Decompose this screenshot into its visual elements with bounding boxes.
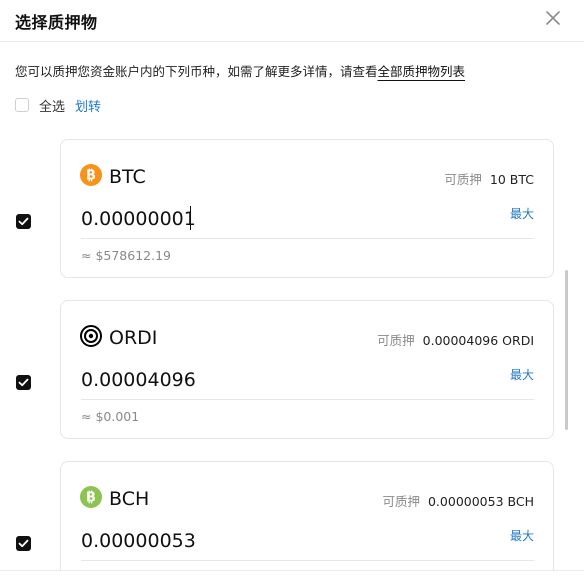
max-button[interactable]: 最大 (510, 366, 534, 383)
transfer-link[interactable]: 划转 (75, 96, 101, 115)
amount-input-ordi[interactable] (81, 365, 475, 395)
available-amount: 可质押 10 BTC (444, 169, 534, 188)
available-value: 0.00000053 BCH (427, 494, 534, 509)
input-underline (81, 399, 534, 400)
collateral-dialog: 选择质押物 您可以质押您资金账户内的下列币种，如需了解更多详情，请查看全部质押物… (0, 0, 584, 586)
list-item: B BCH 可质押 0.00000053 BCH 最大 (0, 461, 584, 570)
checkmark-icon (18, 378, 29, 387)
checkmark-icon (18, 539, 29, 548)
input-underline (81, 560, 534, 561)
input-underline (81, 238, 534, 239)
available-label: 可质押 (444, 172, 482, 187)
asset-card-bch: B BCH 可质押 0.00000053 BCH 最大 (60, 461, 554, 570)
btc-coin-icon: B (80, 164, 102, 186)
asset-checkbox-ordi[interactable] (16, 375, 31, 390)
asset-name: ORDI (109, 327, 158, 349)
list-item: B BTC 可质押 10 BTC 最大 ≈ $578612.19 (0, 139, 584, 280)
available-label: 可质押 (377, 333, 415, 348)
list-scrollbar[interactable] (565, 270, 568, 430)
list-item: ORDI 可质押 0.00004096 ORDI 最大 ≈ $0.001 (0, 300, 584, 441)
asset-checkbox-btc[interactable] (16, 214, 31, 229)
select-all-label[interactable]: 全选 (39, 96, 65, 115)
description-text: 您可以质押您资金账户内的下列币种，如需了解更多详情，请查看 (15, 64, 378, 79)
header-divider (0, 41, 584, 42)
text-cursor (190, 206, 191, 230)
footer-divider (0, 570, 584, 571)
dialog-header: 选择质押物 (0, 0, 584, 40)
max-button[interactable]: 最大 (510, 205, 534, 222)
asset-card-btc: B BTC 可质押 10 BTC 最大 ≈ $578612.19 (60, 139, 554, 278)
amount-input-bch[interactable] (81, 526, 475, 556)
collateral-description: 您可以质押您资金账户内的下列币种，如需了解更多详情，请查看全部质押物列表 (15, 61, 465, 80)
available-value: 10 BTC (489, 172, 534, 187)
dialog-title: 选择质押物 (15, 13, 98, 32)
select-all-checkbox[interactable] (15, 98, 29, 112)
checkmark-icon (18, 217, 29, 226)
asset-name: BTC (109, 166, 146, 188)
ordi-coin-icon (80, 325, 102, 347)
close-icon[interactable] (544, 9, 562, 27)
select-all-row: 全选 划转 (15, 96, 101, 115)
available-amount: 可质押 0.00004096 ORDI (377, 330, 534, 349)
available-label: 可质押 (382, 494, 420, 509)
max-button[interactable]: 最大 (510, 527, 534, 544)
available-value: 0.00004096 ORDI (422, 333, 534, 348)
amount-input-btc[interactable] (81, 204, 475, 234)
available-amount: 可质押 0.00000053 BCH (382, 491, 534, 510)
collateral-list: B BTC 可质押 10 BTC 最大 ≈ $578612.19 (0, 130, 584, 570)
asset-card-ordi: ORDI 可质押 0.00004096 ORDI 最大 ≈ $0.001 (60, 300, 554, 439)
usd-estimate: ≈ $0.001 (81, 409, 140, 424)
all-collateral-list-link[interactable]: 全部质押物列表 (378, 64, 466, 79)
usd-estimate: ≈ $578612.19 (81, 248, 171, 263)
bch-coin-icon: B (80, 486, 102, 508)
asset-name: BCH (109, 488, 150, 510)
asset-checkbox-bch[interactable] (16, 536, 31, 551)
